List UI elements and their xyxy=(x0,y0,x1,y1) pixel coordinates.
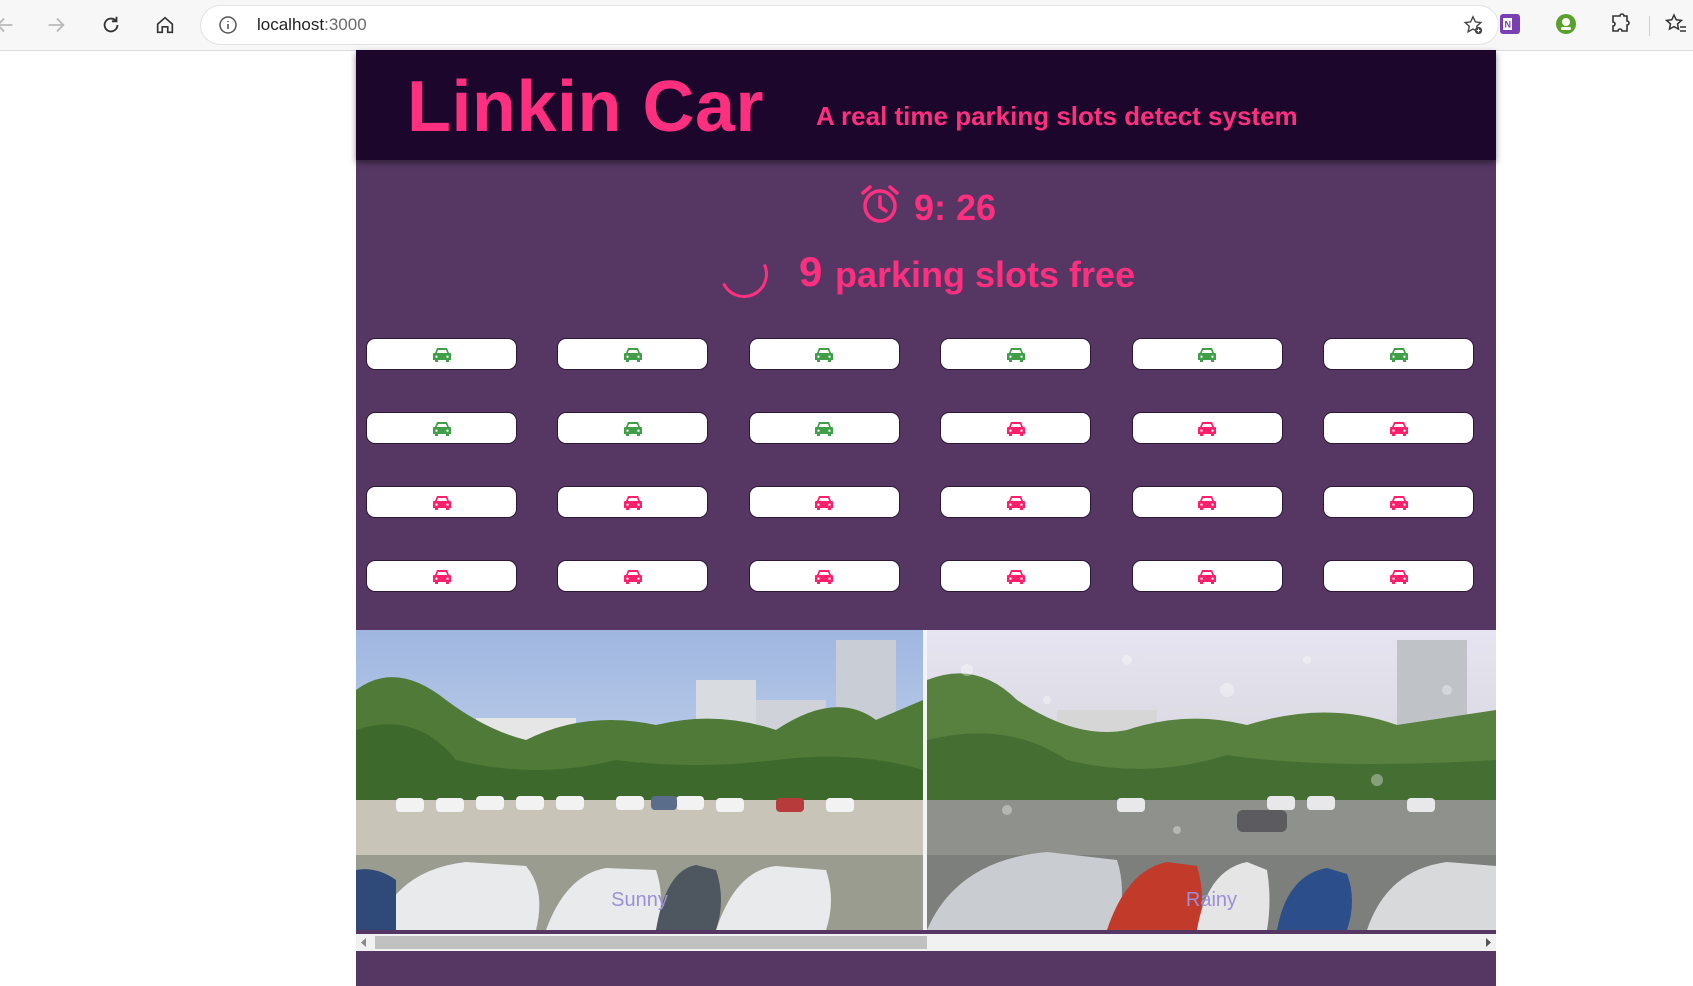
car-icon xyxy=(1006,422,1025,436)
app-container: Linkin Car A real time parking slots det… xyxy=(356,50,1496,986)
parking-slot-occupied xyxy=(940,560,1092,592)
car-icon xyxy=(815,570,834,584)
url-text[interactable]: localhost:3000 xyxy=(257,15,367,35)
loading-spinner-icon xyxy=(713,243,775,305)
parking-slot-occupied xyxy=(1131,412,1283,444)
parking-slot-occupied xyxy=(1131,560,1283,592)
free-slots-label: parking slots free xyxy=(835,254,1136,295)
scroll-left-icon[interactable] xyxy=(359,937,369,948)
add-favorite-icon[interactable] xyxy=(1462,14,1484,36)
parking-slot-occupied xyxy=(366,486,517,518)
parking-slot-free xyxy=(1131,338,1283,370)
parking-slot-occupied xyxy=(1131,486,1283,518)
parking-slot-occupied xyxy=(940,412,1092,444)
car-icon xyxy=(815,422,834,436)
car-icon xyxy=(432,496,451,510)
address-bar[interactable]: localhost:3000 xyxy=(201,6,1498,44)
parking-slot-free xyxy=(366,412,517,444)
parking-slot-free xyxy=(366,338,517,370)
forward-arrow-icon[interactable] xyxy=(39,8,73,42)
parking-slot-free xyxy=(748,412,900,444)
car-icon xyxy=(815,496,834,510)
clock-time: 9: 26 xyxy=(914,187,997,228)
extensions-puzzle-icon[interactable] xyxy=(1608,12,1632,36)
browser-toolbar: localhost:3000 N xyxy=(0,0,1693,51)
car-icon xyxy=(1389,496,1408,510)
svg-text:N: N xyxy=(1505,20,1512,30)
parking-slot-free xyxy=(1323,338,1474,370)
onenote-icon[interactable]: N xyxy=(1498,12,1522,36)
car-icon xyxy=(815,348,834,362)
parking-slot-occupied xyxy=(940,486,1092,518)
info-icon[interactable] xyxy=(218,15,238,35)
parking-slot-occupied xyxy=(557,560,709,592)
profile-extension-icon[interactable] xyxy=(1554,12,1578,36)
photo-caption: Sunny xyxy=(611,889,668,911)
app-header: Linkin Car A real time parking slots det… xyxy=(356,50,1496,160)
car-icon xyxy=(623,348,642,362)
car-icon xyxy=(1389,348,1408,362)
rainy-camera-photo: Rainy xyxy=(927,630,1496,930)
car-icon xyxy=(623,570,642,584)
car-icon xyxy=(1389,570,1408,584)
sunny-camera-photo: Sunny xyxy=(356,630,923,930)
car-icon xyxy=(432,422,451,436)
clock-row: 9: 26 xyxy=(356,182,1496,232)
free-slots-row: 9 parking slots free xyxy=(356,243,1496,306)
parking-slot-free xyxy=(940,338,1092,370)
car-icon xyxy=(623,422,642,436)
parking-slot-occupied xyxy=(1323,412,1474,444)
free-slots-count: 9 xyxy=(799,248,823,295)
car-icon xyxy=(432,570,451,584)
parking-slot-free xyxy=(557,338,709,370)
alarm-clock-icon xyxy=(861,185,899,223)
scrollbar-thumb[interactable] xyxy=(375,936,927,949)
car-icon xyxy=(1198,348,1217,362)
parking-slot-occupied xyxy=(1323,486,1474,518)
parking-slot-free xyxy=(557,412,709,444)
car-icon xyxy=(1198,496,1217,510)
parking-slot-occupied xyxy=(557,486,709,518)
back-arrow-icon[interactable] xyxy=(0,8,22,42)
toolbar-separator xyxy=(1649,16,1650,36)
scroll-right-icon[interactable] xyxy=(1483,937,1493,948)
car-icon xyxy=(1198,422,1217,436)
brand-tagline: A real time parking slots detect system xyxy=(816,101,1298,131)
parking-slot-occupied xyxy=(366,560,517,592)
parking-slot-free xyxy=(748,338,900,370)
car-icon xyxy=(1198,570,1217,584)
home-icon[interactable] xyxy=(148,8,182,42)
car-icon xyxy=(1006,570,1025,584)
parking-slot-occupied xyxy=(748,486,900,518)
camera-gallery[interactable]: Sunny Rainy xyxy=(356,630,1496,930)
car-icon xyxy=(1006,348,1025,362)
parking-slot-grid xyxy=(366,338,1488,608)
car-icon xyxy=(1006,496,1025,510)
favorites-icon[interactable] xyxy=(1664,12,1688,36)
brand-title: Linkin Car xyxy=(407,67,765,147)
car-icon xyxy=(432,348,451,362)
car-icon xyxy=(623,496,642,510)
parking-slot-occupied xyxy=(748,560,900,592)
photo-caption: Rainy xyxy=(1185,889,1238,911)
car-icon xyxy=(1389,422,1408,436)
gallery-scrollbar[interactable] xyxy=(356,934,1496,951)
reload-icon[interactable] xyxy=(94,8,128,42)
parking-slot-occupied xyxy=(1323,560,1474,592)
